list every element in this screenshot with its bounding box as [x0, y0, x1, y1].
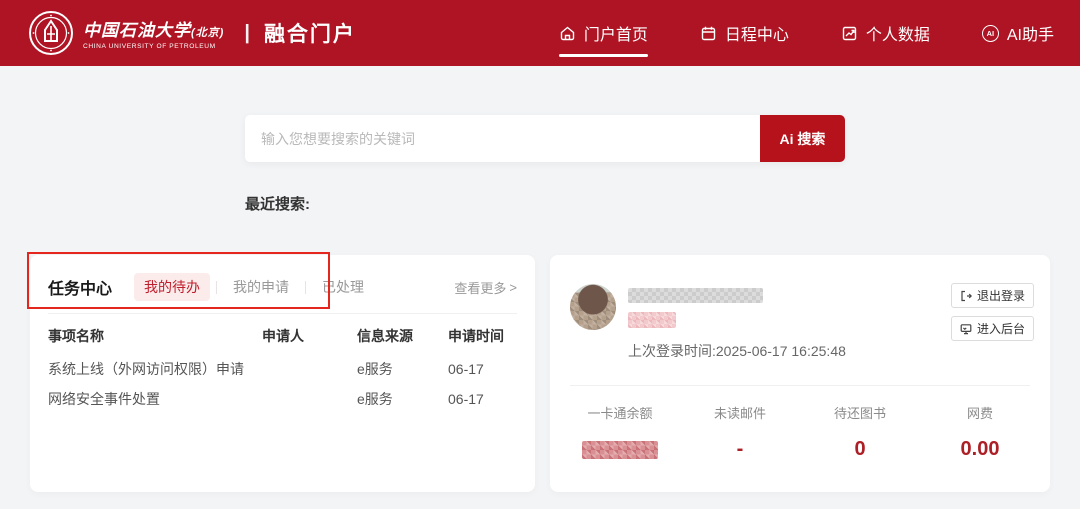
view-more-link[interactable]: 查看更多 >: [454, 278, 517, 297]
nav-label: 个人数据: [866, 21, 930, 45]
recent-search-label: 最近搜索:: [245, 193, 310, 214]
stat-value: 0: [800, 438, 920, 461]
logout-button[interactable]: 退出登录: [951, 283, 1034, 308]
task-center-card: 任务中心 我的待办 我的申请 已处理 查看更多 > 事项名称 申请人 信息来源 …: [30, 255, 535, 492]
balance-redacted: [582, 441, 658, 459]
nav-item-personal-data[interactable]: 个人数据: [841, 0, 930, 66]
university-name-suffix: (北京): [191, 27, 224, 39]
user-tag-redacted: [628, 312, 676, 328]
last-login-time: 上次登录时间:2025-06-17 16:25:48: [628, 341, 846, 361]
stat-card-balance: 一卡通余额: [560, 403, 680, 461]
profile-card: 上次登录时间:2025-06-17 16:25:48 退出登录 进入后台 一卡通…: [550, 255, 1050, 492]
brand-divider: |: [244, 22, 250, 45]
university-name-en: CHINA UNIVERSITY OF PETROLEUM: [83, 43, 224, 50]
portal-page: 中国石油大学(北京) CHINA UNIVERSITY OF PETROLEUM…: [0, 0, 1080, 509]
user-name-redacted: [628, 288, 763, 303]
tab-my-todo[interactable]: 我的待办: [134, 273, 210, 301]
active-tab-underline: [559, 54, 648, 57]
main-nav: 门户首页 日程中心 个人数据 A: [559, 0, 1054, 66]
search-input[interactable]: [245, 115, 760, 162]
col-source: 信息来源: [357, 326, 448, 346]
task-center-header: 任务中心 我的待办 我的申请 已处理 查看更多 >: [30, 255, 535, 301]
tab-divider: [305, 281, 306, 294]
task-center-tabs: 我的待办 我的申请 已处理: [134, 273, 374, 301]
item-source: e服务: [357, 359, 448, 379]
tab-processed[interactable]: 已处理: [312, 273, 374, 301]
divider: [48, 313, 517, 314]
tab-my-applications[interactable]: 我的申请: [223, 273, 299, 301]
col-item-name: 事项名称: [48, 326, 262, 346]
col-applicant: 申请人: [262, 326, 357, 346]
portal-title: 融合门户: [264, 18, 356, 48]
table-row[interactable]: 网络安全事件处置 e服务 06-17: [48, 384, 517, 414]
avatar: [570, 284, 616, 330]
divider: [570, 385, 1030, 386]
enter-backend-button[interactable]: 进入后台: [951, 316, 1034, 341]
nav-label: 日程中心: [725, 21, 789, 45]
university-name-cn: 中国石油大学: [83, 21, 191, 40]
ai-icon: AI: [982, 25, 999, 42]
item-time: 06-17: [448, 361, 517, 377]
table-row[interactable]: 系统上线（外网访问权限）申请 e服务 06-17: [48, 354, 517, 384]
stat-books-due: 待还图书 0: [800, 403, 920, 461]
calendar-icon: [700, 25, 717, 42]
table-header-row: 事项名称 申请人 信息来源 申请时间: [48, 318, 517, 354]
ai-search-button[interactable]: Ai 搜索: [760, 115, 845, 162]
stat-label: 待还图书: [800, 403, 920, 422]
university-brand[interactable]: 中国石油大学(北京) CHINA UNIVERSITY OF PETROLEUM: [28, 10, 224, 56]
stat-value: -: [680, 438, 800, 461]
nav-item-portal-home[interactable]: 门户首页: [559, 0, 648, 66]
view-more-label: 查看更多: [454, 278, 506, 297]
enter-backend-label: 进入后台: [977, 320, 1025, 337]
top-header: 中国石油大学(北京) CHINA UNIVERSITY OF PETROLEUM…: [0, 0, 1080, 66]
stats-row: 一卡通余额 未读邮件 - 待还图书 0 网费 0.00: [560, 403, 1040, 461]
nav-item-schedule-center[interactable]: 日程中心: [700, 0, 789, 66]
item-name: 网络安全事件处置: [48, 389, 262, 409]
item-time: 06-17: [448, 391, 517, 407]
chevron-right-icon: >: [509, 280, 517, 295]
stat-label: 一卡通余额: [560, 403, 680, 422]
nav-label: AI助手: [1007, 21, 1054, 45]
tab-divider: [216, 281, 217, 294]
search-bar: Ai 搜索: [245, 115, 845, 162]
university-name: 中国石油大学(北京) CHINA UNIVERSITY OF PETROLEUM: [83, 16, 224, 50]
stat-label: 未读邮件: [680, 403, 800, 422]
item-name: 系统上线（外网访问权限）申请: [48, 359, 262, 379]
col-time: 申请时间: [448, 326, 517, 346]
stat-network-fee: 网费 0.00: [920, 403, 1040, 461]
monitor-icon: [960, 323, 972, 335]
university-seal-icon: [28, 10, 74, 56]
chart-icon: [841, 25, 858, 42]
home-icon: [559, 25, 576, 42]
stat-unread-mail: 未读邮件 -: [680, 403, 800, 461]
task-center-title: 任务中心: [48, 275, 112, 299]
todo-table: 事项名称 申请人 信息来源 申请时间 系统上线（外网访问权限）申请 e服务 06…: [30, 318, 535, 414]
stat-label: 网费: [920, 403, 1040, 422]
nav-item-ai-assistant[interactable]: AI AI助手: [982, 0, 1054, 66]
stat-value: 0.00: [920, 438, 1040, 461]
logout-label: 退出登录: [977, 287, 1025, 304]
nav-label: 门户首页: [584, 21, 648, 45]
logout-icon: [960, 290, 972, 302]
item-source: e服务: [357, 389, 448, 409]
